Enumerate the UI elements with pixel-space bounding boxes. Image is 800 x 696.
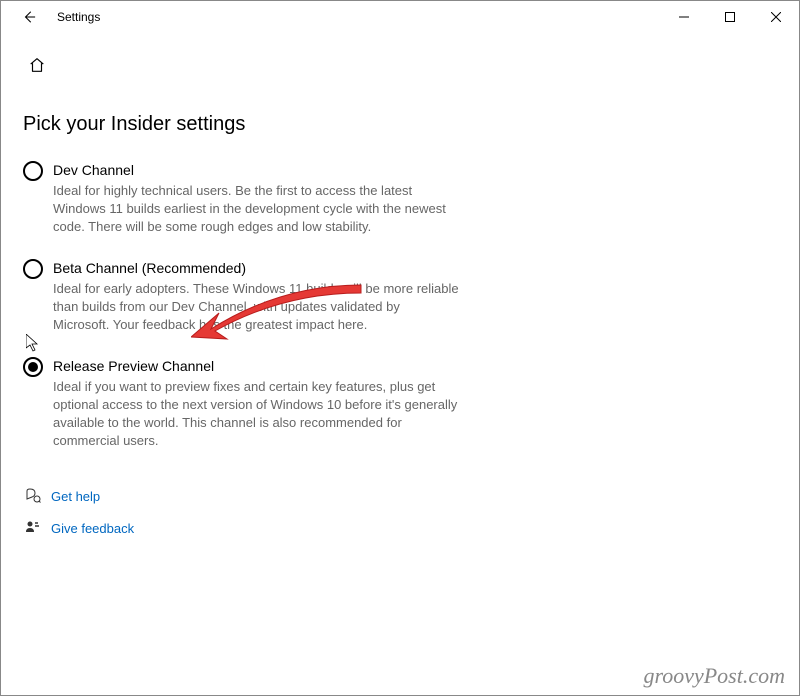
option-title: Beta Channel (Recommended) xyxy=(53,258,459,278)
feedback-icon xyxy=(23,518,43,538)
help-links: Get help Give feedback xyxy=(1,472,799,544)
close-button[interactable] xyxy=(753,1,799,33)
radio-icon xyxy=(23,259,43,279)
maximize-button[interactable] xyxy=(707,1,753,33)
help-icon xyxy=(23,486,43,506)
titlebar: Settings xyxy=(1,1,799,33)
option-body: Dev Channel Ideal for highly technical u… xyxy=(53,160,459,236)
home-row xyxy=(1,33,799,79)
link-label: Get help xyxy=(51,489,100,504)
minimize-icon xyxy=(679,12,689,22)
radio-icon xyxy=(23,161,43,181)
close-icon xyxy=(771,12,781,22)
option-desc: Ideal for highly technical users. Be the… xyxy=(53,182,459,236)
get-help-link[interactable]: Get help xyxy=(23,480,777,512)
option-beta-channel[interactable]: Beta Channel (Recommended) Ideal for ear… xyxy=(23,258,459,334)
home-button[interactable] xyxy=(23,51,51,79)
option-dev-channel[interactable]: Dev Channel Ideal for highly technical u… xyxy=(23,160,459,236)
window-controls xyxy=(661,1,799,33)
give-feedback-link[interactable]: Give feedback xyxy=(23,512,777,544)
option-release-preview-channel[interactable]: Release Preview Channel Ideal if you wan… xyxy=(23,356,459,450)
option-title: Dev Channel xyxy=(53,160,459,180)
window-title: Settings xyxy=(57,10,100,24)
option-desc: Ideal if you want to preview fixes and c… xyxy=(53,378,459,450)
option-title: Release Preview Channel xyxy=(53,356,459,376)
link-label: Give feedback xyxy=(51,521,134,536)
back-button[interactable] xyxy=(13,1,45,33)
page-title: Pick your Insider settings xyxy=(23,113,459,136)
radio-icon xyxy=(23,357,43,377)
maximize-icon xyxy=(725,12,735,22)
minimize-button[interactable] xyxy=(661,1,707,33)
option-body: Beta Channel (Recommended) Ideal for ear… xyxy=(53,258,459,334)
option-desc: Ideal for early adopters. These Windows … xyxy=(53,280,459,334)
watermark: groovyPost.com xyxy=(643,663,785,689)
home-icon xyxy=(28,56,46,74)
arrow-left-icon xyxy=(22,10,36,24)
content: Pick your Insider settings Dev Channel I… xyxy=(1,79,481,450)
option-body: Release Preview Channel Ideal if you wan… xyxy=(53,356,459,450)
